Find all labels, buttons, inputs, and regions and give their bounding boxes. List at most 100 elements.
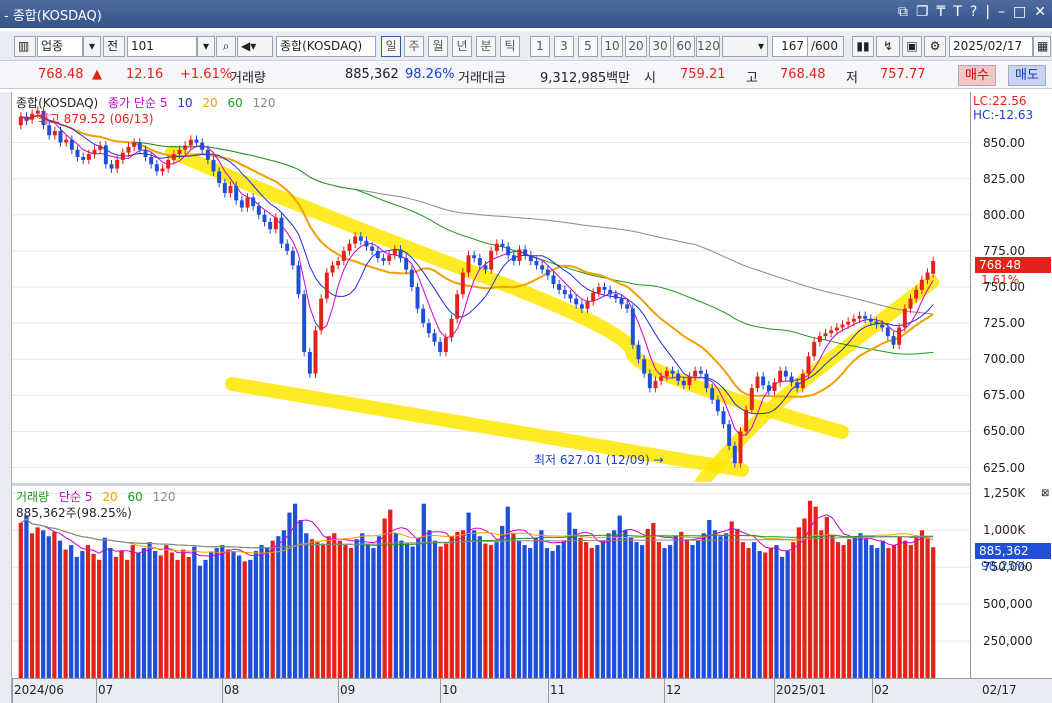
interval-5[interactable]: 5 bbox=[578, 36, 598, 57]
volume-bar bbox=[214, 548, 219, 678]
interval-120[interactable]: 120 bbox=[696, 36, 720, 57]
candle-body bbox=[857, 315, 862, 319]
volume-bar bbox=[371, 548, 376, 678]
candle-body bbox=[64, 139, 69, 143]
candle-body bbox=[302, 294, 307, 352]
volume-bar bbox=[147, 542, 152, 678]
interval-20[interactable]: 20 bbox=[625, 36, 647, 57]
period-month[interactable]: 월 bbox=[428, 36, 448, 57]
calendar-icon[interactable]: ▦ bbox=[1033, 36, 1051, 57]
market-dropdown-icon[interactable]: ▾ bbox=[83, 36, 101, 57]
date-input[interactable]: 2025/02/17 bbox=[949, 36, 1033, 57]
volume-bar bbox=[544, 548, 550, 678]
help-icon[interactable]: ? bbox=[970, 4, 977, 20]
all-toggle[interactable]: 전 bbox=[103, 36, 125, 57]
candle-body bbox=[319, 298, 324, 331]
period-year[interactable]: 년 bbox=[452, 36, 472, 57]
date-tick-label: 07 bbox=[98, 683, 114, 697]
candle-body bbox=[69, 139, 74, 150]
volume-bar bbox=[919, 530, 925, 678]
close-icon[interactable]: ✕ bbox=[1034, 4, 1046, 20]
gear-icon[interactable]: ⚙ bbox=[924, 36, 946, 57]
minimize-icon[interactable]: – bbox=[998, 4, 1005, 20]
volume-bar bbox=[108, 548, 113, 678]
candle-body bbox=[364, 240, 369, 247]
volume-bar bbox=[354, 539, 359, 678]
code-dropdown-icon[interactable]: ▾ bbox=[197, 36, 215, 57]
left-gutter bbox=[0, 92, 12, 703]
layout-icon[interactable]: ▥ bbox=[14, 36, 36, 57]
indicator-icon[interactable]: ↯ bbox=[876, 36, 900, 57]
change-value: 12.16 bbox=[126, 67, 164, 82]
candle-body bbox=[336, 261, 341, 266]
volume-bar bbox=[813, 506, 818, 678]
interval-30[interactable]: 30 bbox=[649, 36, 671, 57]
volume-bar bbox=[97, 559, 102, 678]
candle-body bbox=[81, 157, 86, 160]
up-arrow-icon: ▲ bbox=[92, 67, 102, 82]
candle-body bbox=[188, 139, 193, 146]
volume-bar bbox=[645, 528, 650, 678]
interval-dropdown-icon[interactable]: ▾ bbox=[722, 36, 768, 57]
candle-body bbox=[222, 183, 227, 194]
candle-body bbox=[228, 185, 233, 194]
candle-body bbox=[500, 243, 505, 247]
volume-bar bbox=[796, 527, 801, 678]
ma10-line bbox=[20, 114, 934, 415]
price-chart-svg[interactable] bbox=[12, 92, 970, 489]
volume-chart[interactable]: 거래량 단순 5 20 60 120 885,362주(98.25%) bbox=[12, 486, 970, 678]
sound-icon[interactable]: ◀▾ bbox=[237, 36, 273, 57]
date-tick-mark bbox=[548, 679, 549, 703]
interval-3[interactable]: 3 bbox=[554, 36, 574, 57]
candle-body bbox=[143, 149, 148, 157]
amount-value: 9,312,985백만 bbox=[540, 71, 631, 86]
candle-body bbox=[778, 370, 783, 383]
volume-bar bbox=[63, 549, 68, 678]
candle-body bbox=[664, 370, 669, 377]
period-week[interactable]: 주 bbox=[404, 36, 424, 57]
volume-bar bbox=[337, 540, 342, 678]
volume-bar bbox=[516, 540, 522, 678]
maximize-icon[interactable]: □ bbox=[1013, 4, 1026, 20]
candle-type-icon[interactable]: ▮▮ bbox=[852, 36, 874, 57]
font-icon[interactable]: T bbox=[953, 4, 962, 20]
save-icon[interactable]: ▣ bbox=[902, 36, 922, 57]
volume-bar bbox=[466, 512, 471, 678]
copy-window-icon[interactable]: ❐ bbox=[916, 4, 929, 20]
buy-button[interactable]: 매수 bbox=[958, 65, 996, 86]
period-tick[interactable]: 틱 bbox=[500, 36, 520, 57]
volume-bar bbox=[723, 533, 729, 678]
sell-button[interactable]: 매도 bbox=[1008, 65, 1046, 86]
code-input[interactable]: 101 bbox=[127, 36, 197, 57]
candle-body bbox=[783, 370, 788, 377]
period-minute[interactable]: 분 bbox=[476, 36, 496, 57]
volume-bar bbox=[113, 556, 119, 678]
price-tick-label: 700.00 bbox=[983, 352, 1025, 367]
count-input[interactable]: 167 bbox=[772, 36, 808, 57]
market-select[interactable]: 업종 bbox=[37, 36, 83, 57]
highlight-stroke bbox=[225, 377, 749, 477]
date-tick-label: 12 bbox=[666, 683, 682, 697]
interval-10[interactable]: 10 bbox=[601, 36, 623, 57]
open-label: 시 bbox=[644, 71, 656, 86]
search-icon[interactable]: ⌕ bbox=[216, 36, 236, 57]
candle-body bbox=[211, 159, 216, 172]
restore-icon[interactable]: ⧉ bbox=[898, 4, 908, 20]
interval-60[interactable]: 60 bbox=[673, 36, 695, 57]
legend-ma60: 60 bbox=[227, 96, 243, 110]
volume-chart-svg[interactable] bbox=[12, 486, 970, 678]
candle-body bbox=[409, 269, 414, 287]
period-day[interactable]: 일 bbox=[381, 36, 401, 57]
pin-icon[interactable]: ₸ bbox=[936, 4, 945, 20]
candle-body bbox=[506, 246, 511, 256]
volume-bar bbox=[483, 543, 488, 678]
date-tick-mark bbox=[664, 679, 665, 703]
volume-bar bbox=[903, 540, 908, 678]
candle-body bbox=[710, 388, 715, 400]
interval-1[interactable]: 1 bbox=[530, 36, 550, 57]
collapse-pane-icon[interactable]: ⊠ bbox=[1041, 488, 1049, 499]
price-chart[interactable]: 종합(KOSDAQ) 종가 단순 5 10 20 60 120 ← 최고 879… bbox=[12, 92, 970, 489]
volume-bar bbox=[522, 545, 527, 678]
price-tick-label: 800.00 bbox=[983, 207, 1025, 222]
candle-body bbox=[432, 333, 437, 342]
